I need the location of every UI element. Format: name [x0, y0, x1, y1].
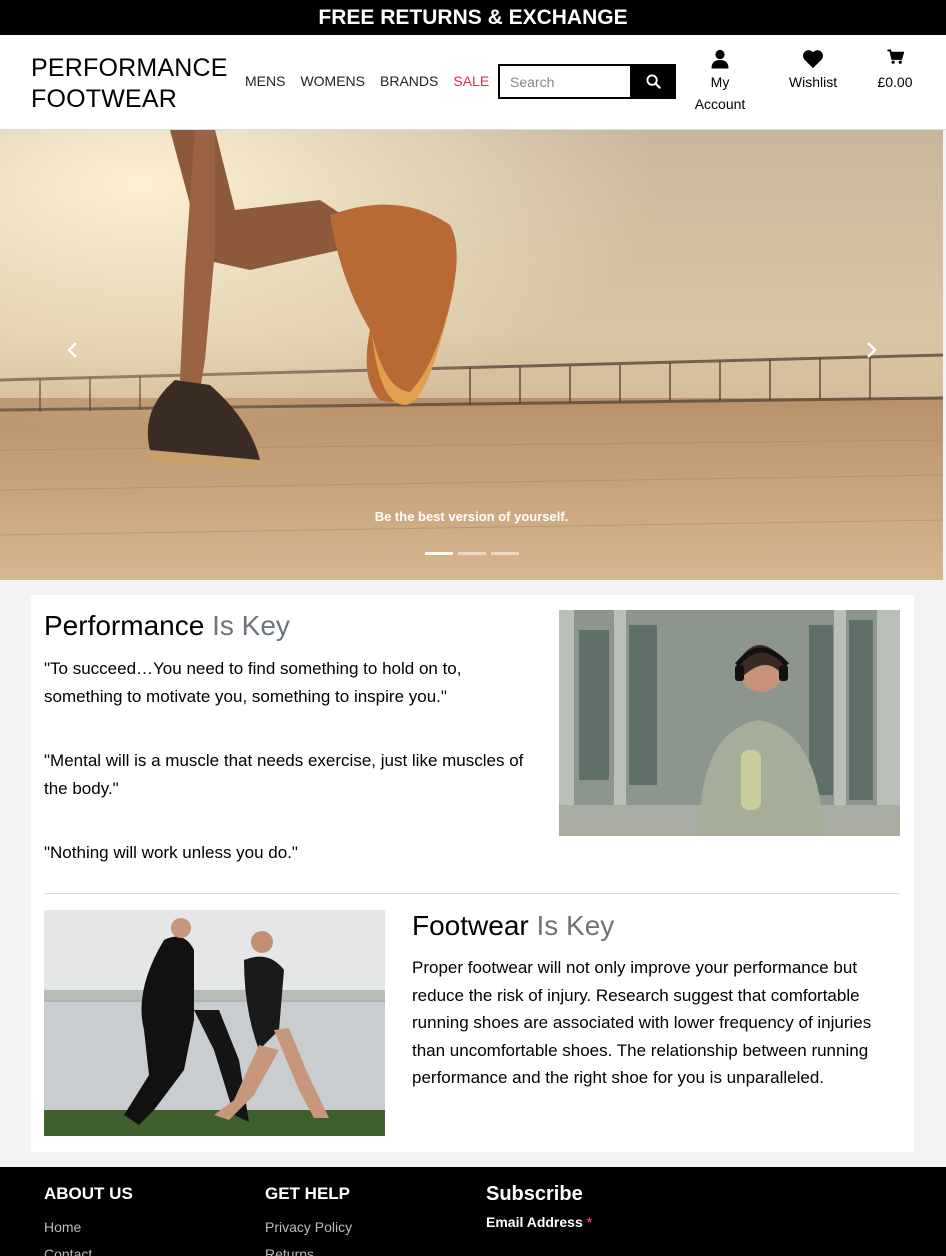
footwear-heading: Footwear Is Key	[412, 910, 614, 942]
footwear-heading-main: Footwear	[412, 910, 529, 941]
quotes-block: "To succeed…You need to find something t…	[44, 655, 534, 903]
user-icon	[711, 49, 729, 69]
couple-running-image	[44, 910, 385, 1136]
section-divider	[44, 893, 900, 894]
carousel-indicators	[425, 552, 519, 555]
heart-icon	[803, 50, 823, 69]
subscribe-title: Subscribe	[486, 1183, 583, 1205]
carousel-indicator-2[interactable]	[458, 552, 486, 555]
carousel-indicator-1[interactable]	[425, 552, 453, 555]
email-label: Email Address *	[486, 1214, 592, 1230]
footer-link-home[interactable]: Home	[44, 1214, 133, 1241]
footer-link-contact[interactable]: Contact	[44, 1241, 133, 1256]
nav-womens[interactable]: WOMENS	[300, 73, 365, 89]
required-mark: *	[586, 1214, 593, 1230]
nav-brands[interactable]: BRANDS	[380, 73, 438, 89]
cart-total: £0.00	[877, 74, 913, 90]
quote-1: "To succeed…You need to find something t…	[44, 659, 462, 706]
chevron-left-icon	[67, 342, 77, 358]
footer-link-privacy[interactable]: Privacy Policy	[265, 1214, 352, 1241]
footer-about-title: ABOUT US	[44, 1184, 133, 1203]
carousel-next-button[interactable]	[857, 335, 887, 365]
search-form	[498, 64, 676, 99]
email-label-text: Email Address	[486, 1214, 583, 1230]
nav-mens[interactable]: MENS	[245, 73, 285, 89]
footer-subscribe: Subscribe Email Address *	[486, 1183, 592, 1232]
performance-heading-muted: Is Key	[212, 610, 290, 641]
hero-carousel[interactable]: Be the best version of yourself.	[0, 130, 943, 580]
woman-runner-image	[559, 610, 900, 836]
nav-sale[interactable]: SALE	[453, 73, 489, 89]
account-label-line-2: Account	[694, 96, 746, 112]
cart-link[interactable]: £0.00	[870, 49, 920, 93]
account-label-line-1: My	[710, 74, 730, 90]
footer-link-returns[interactable]: Returns	[265, 1241, 352, 1256]
search-input[interactable]	[498, 64, 630, 99]
my-account-link[interactable]: My Account	[690, 49, 750, 115]
quote-3: "Nothing will work unless you do."	[44, 843, 298, 862]
footer-about: ABOUT US Home Contact	[44, 1184, 133, 1256]
site-logo[interactable]: PERFORMANCE FOOTWEAR	[31, 53, 228, 115]
footer-help-title: GET HELP	[265, 1184, 351, 1203]
carousel-indicator-3[interactable]	[491, 552, 519, 555]
wishlist-link[interactable]: Wishlist	[780, 49, 846, 93]
main-nav: MENS WOMENS BRANDS SALE	[245, 73, 489, 89]
footer-help: GET HELP Privacy Policy Returns	[265, 1184, 352, 1256]
cart-icon	[886, 49, 904, 64]
search-icon	[645, 74, 661, 89]
performance-heading-main: Performance	[44, 610, 205, 641]
site-footer: ABOUT US Home Contact GET HELP Privacy P…	[0, 1167, 946, 1256]
promo-banner: FREE RETURNS & EXCHANGE	[0, 0, 946, 35]
wishlist-label: Wishlist	[788, 74, 838, 90]
footwear-paragraph: Proper footwear will not only improve yo…	[412, 958, 872, 1088]
chevron-right-icon	[867, 342, 877, 358]
search-button[interactable]	[630, 64, 676, 99]
performance-heading: Performance Is Key	[44, 610, 290, 642]
hero-caption: Be the best version of yourself.	[374, 509, 569, 524]
logo-line-2: FOOTWEAR	[31, 85, 178, 113]
logo-line-1: PERFORMANCE	[31, 54, 228, 82]
site-header: PERFORMANCE FOOTWEAR MENS WOMENS BRANDS …	[0, 35, 946, 130]
main-content: Performance Is Key "To succeed…You need …	[31, 595, 914, 1152]
quote-2: "Mental will is a muscle that needs exer…	[44, 751, 524, 798]
carousel-prev-button[interactable]	[57, 335, 87, 365]
footwear-heading-muted: Is Key	[536, 910, 615, 941]
